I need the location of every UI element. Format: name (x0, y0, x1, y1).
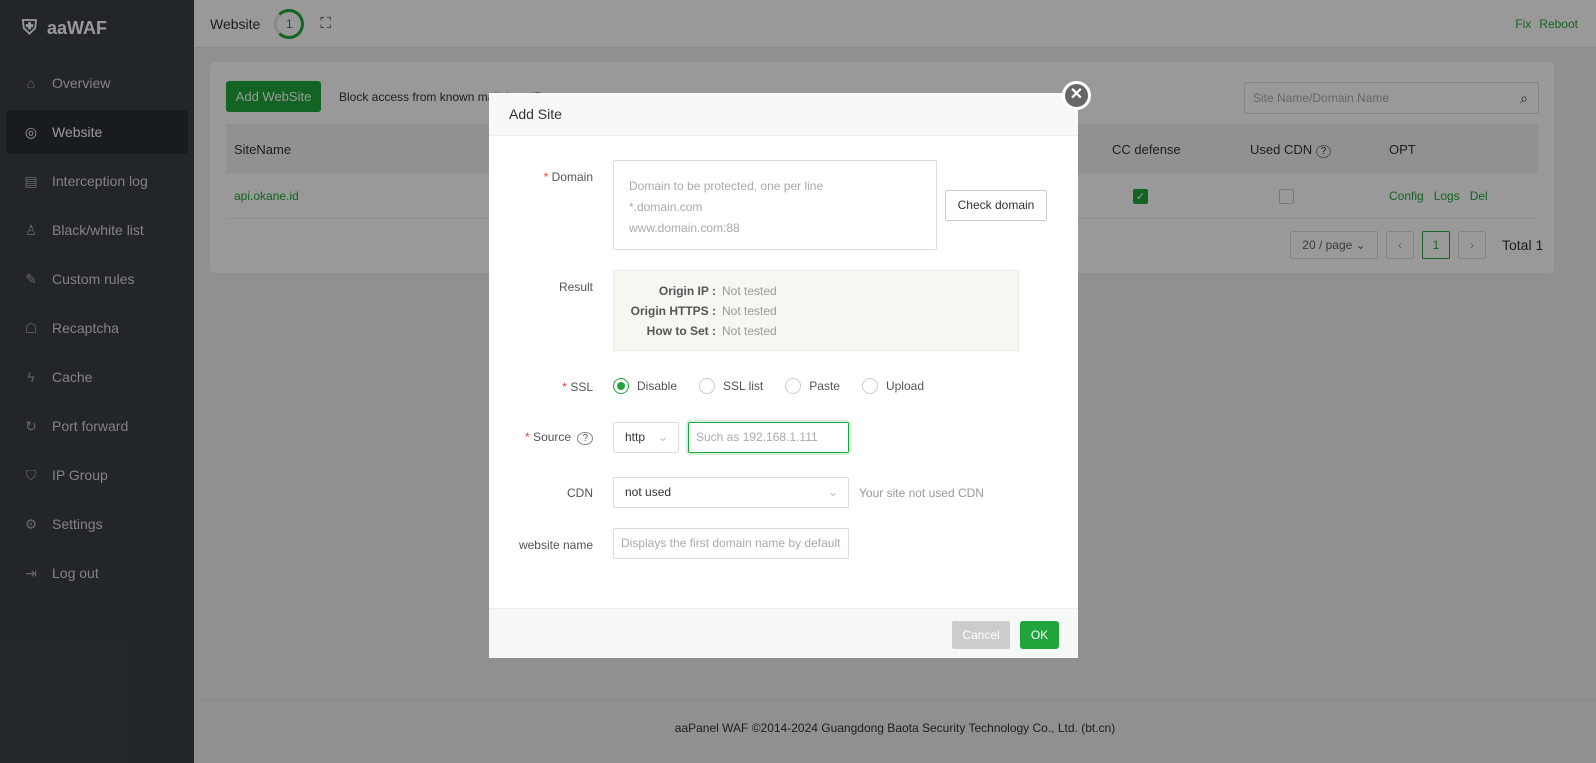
protocol-value: http (625, 430, 646, 444)
label-text: SSL (570, 380, 593, 394)
domain-textarea[interactable]: Domain to be protected, one per line *.d… (613, 160, 937, 250)
result-label: Result (558, 280, 593, 294)
radio-circle (613, 378, 629, 394)
protocol-select[interactable]: http ⌄ (613, 422, 679, 453)
origin-https-key: Origin HTTPS : (630, 304, 716, 318)
label-text: Source (533, 430, 572, 444)
website-name-placeholder: Displays the first domain name by defaul… (621, 536, 841, 550)
label-text: Domain (551, 170, 593, 184)
origin-https-value: Not tested (722, 304, 777, 318)
dialog-footer: Cancel OK (489, 608, 1078, 658)
check-domain-button[interactable]: Check domain (945, 190, 1047, 221)
placeholder-line: Domain to be protected, one per line (629, 179, 824, 193)
website-name-label: website name (518, 538, 593, 552)
radio-label: Disable (637, 379, 678, 393)
source-label: * Source ? (525, 430, 593, 445)
how-to-set-key: How to Set : (646, 324, 716, 338)
ssl-radio-disable[interactable]: Disable (613, 378, 677, 394)
chevron-down-icon: ⌄ (827, 485, 838, 499)
cdn-select[interactable]: not used ⌄ (613, 477, 849, 508)
radio-circle (699, 378, 716, 394)
cdn-hint: Your site not used CDN (859, 486, 984, 500)
cdn-value: not used (625, 485, 672, 499)
placeholder-line: *.domain.com (629, 200, 703, 214)
ssl-radio-ssl-list[interactable]: SSL list (699, 378, 763, 394)
origin-ip-value: Not tested (722, 284, 777, 298)
add-site-dialog: Add Site * Domain Domain to be protected… (489, 93, 1078, 658)
origin-ip-key: Origin IP : (658, 284, 716, 298)
dialog-title: Add Site (489, 93, 1078, 136)
ssl-radio-upload[interactable]: Upload (861, 378, 924, 394)
radio-circle (861, 378, 878, 394)
ok-button[interactable]: OK (1020, 621, 1059, 649)
ssl-radio-group: Disable SSL list Paste Upload (613, 378, 946, 394)
source-input[interactable]: Such as 192.168.1.111 (688, 422, 849, 453)
result-box: Origin IP : Not tested Origin HTTPS : Not … (613, 270, 1019, 351)
radio-label: Upload (885, 379, 924, 393)
help-icon[interactable]: ? (577, 432, 593, 445)
domain-label: * Domain (543, 170, 593, 184)
cancel-button[interactable]: Cancel (952, 621, 1010, 649)
source-placeholder: Such as 192.168.1.111 (696, 430, 818, 444)
radio-label: SSL list (723, 379, 764, 393)
cdn-label: CDN (567, 486, 593, 500)
ssl-label: * SSL (562, 380, 593, 394)
radio-label: Paste (809, 379, 840, 393)
chevron-down-icon: ⌄ (657, 430, 668, 444)
placeholder-line: www.domain.com:88 (629, 221, 740, 235)
close-dialog-icon[interactable]: ✕ (1062, 81, 1091, 110)
website-name-input[interactable]: Displays the first domain name by defaul… (613, 528, 849, 559)
radio-circle (785, 378, 802, 394)
how-to-set-value: Not tested (722, 324, 777, 338)
ssl-radio-paste[interactable]: Paste (785, 378, 840, 394)
